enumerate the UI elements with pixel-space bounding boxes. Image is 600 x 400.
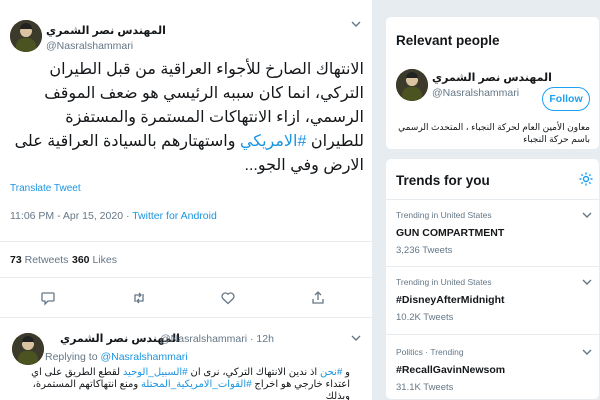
gear-icon[interactable] [578, 171, 594, 187]
author-handle[interactable]: @Nasralshammari [46, 40, 133, 52]
tweet-text: الانتهاك الصارخ للأجواء العراقية من قبل … [14, 61, 364, 174]
reply-author-handle[interactable]: @Nasralshammari [160, 333, 247, 345]
hashtag-link[interactable]: #نحن [320, 367, 342, 378]
hashtag-link[interactable]: #السبيل_الوحيد [123, 367, 188, 378]
chevron-down-icon[interactable] [581, 209, 593, 221]
tweet-meta: 11:06 PM - Apr 15, 2020 · Twitter for An… [10, 210, 217, 222]
relevant-people-card: Relevant people المهندس نصر الشمري @Nasr… [385, 16, 600, 150]
tweet-timestamp[interactable]: 11:06 PM - Apr 15, 2020 [10, 210, 123, 222]
author-avatar[interactable] [10, 20, 42, 52]
relevant-people-title: Relevant people [396, 33, 500, 48]
timeline: المهندس نصر الشمري @Nasralshammari الانت… [0, 0, 373, 400]
main-tweet[interactable]: المهندس نصر الشمري @Nasralshammari الانت… [0, 0, 372, 242]
translate-tweet-link[interactable]: Translate Tweet [10, 183, 81, 194]
trend-item[interactable]: Trending in United States #DisneyAfterMi… [386, 266, 599, 328]
relevant-person-name[interactable]: المهندس نصر الشمري [432, 71, 552, 84]
reply-icon[interactable] [40, 290, 56, 306]
reply-text: و #نحن اذ ندين الانتهاك التركي، نرى ان #… [31, 367, 350, 400]
heart-icon[interactable] [220, 290, 236, 306]
author-name[interactable]: المهندس نصر الشمري [46, 24, 166, 37]
follow-button[interactable]: Follow [542, 87, 590, 111]
likes-stat[interactable]: 360 Likes [72, 254, 117, 266]
tweet-actions [0, 278, 372, 318]
trends-card: Trends for you Trending in United States… [385, 158, 600, 400]
trends-title: Trends for you [396, 173, 490, 188]
replying-to: Replying to @Nasralshammari [45, 351, 188, 363]
page: المهندس نصر الشمري @Nasralshammari الانت… [0, 0, 600, 400]
retweets-stat[interactable]: 73 Retweets [10, 254, 68, 266]
relevant-person-avatar[interactable] [396, 69, 428, 101]
chevron-down-icon[interactable] [350, 18, 362, 30]
chevron-down-icon[interactable] [581, 346, 593, 358]
share-icon[interactable] [310, 290, 326, 306]
reply-author-avatar[interactable] [12, 333, 44, 365]
sidebar: Relevant people المهندس نصر الشمري @Nasr… [385, 0, 600, 400]
relevant-person-bio: معاون الأمين العام لحركة النجباء ، المتح… [398, 122, 590, 144]
reply-time[interactable]: · 12h [250, 333, 274, 345]
tweet-stats: 73 Retweets 360 Likes [0, 242, 372, 278]
chevron-down-icon[interactable] [350, 332, 362, 344]
chevron-down-icon[interactable] [581, 276, 593, 288]
replying-to-handle[interactable]: @Nasralshammari [100, 351, 187, 363]
tweet-source-link[interactable]: Twitter for Android [132, 210, 217, 222]
retweet-icon[interactable] [131, 290, 147, 306]
trend-item[interactable]: Trending in United States GUN COMPARTMEN… [386, 199, 599, 261]
trend-item[interactable]: Politics · Trending #RecallGavinNewsom 3… [386, 334, 599, 399]
relevant-person-handle[interactable]: @Nasralshammari [432, 87, 519, 99]
hashtag-link[interactable]: #الامريكي [240, 133, 307, 150]
hashtag-link[interactable]: #القوات_الامريكية_المحتلة [141, 379, 252, 390]
